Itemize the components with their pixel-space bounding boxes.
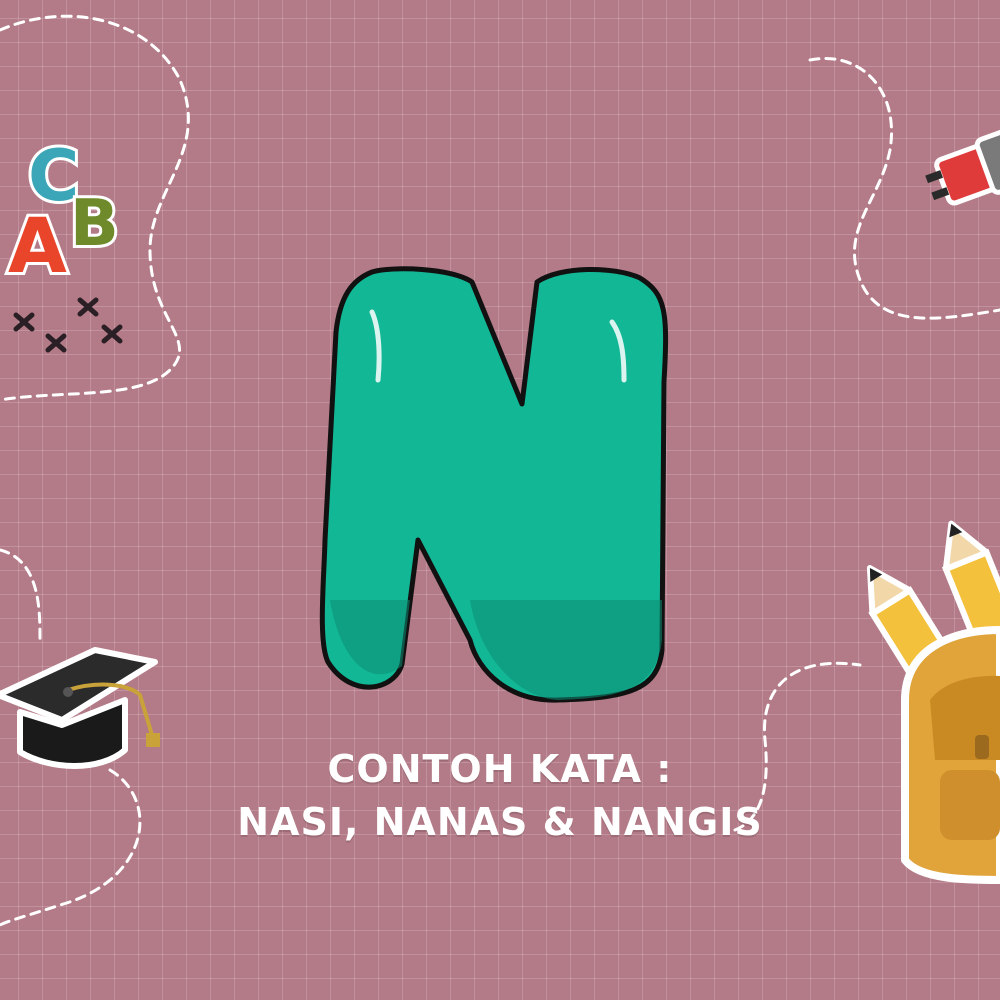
block-letter-a: A: [8, 201, 67, 290]
block-letter-b: B: [70, 187, 119, 261]
sparkle-cross-icon: [13, 297, 123, 353]
decorations: C A B: [0, 14, 1000, 927]
caption-line-1: CONTOH KATA :: [327, 747, 673, 791]
marker-pen-icon: [925, 126, 1000, 206]
canvas: C A B CONTOH KATA: NASI, NANAS & NANGIS: [0, 0, 1000, 1000]
caption-line-2: NASI, NANAS & NANGIS: [237, 800, 763, 844]
abc-blocks-icon: C A B: [5, 132, 122, 293]
letter-n: [319, 266, 669, 703]
